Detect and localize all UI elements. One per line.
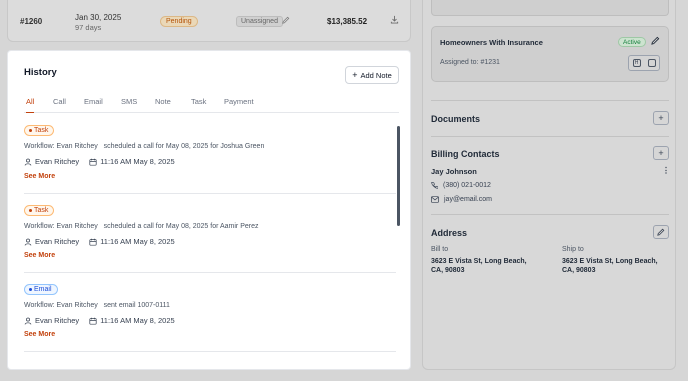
entry-meta: Evan Ritchey 11:16 AM May 8, 2025 [24,237,175,246]
insurance-assigned: Assigned to: #1231 [440,59,500,66]
edit-pencil-icon[interactable] [651,36,660,47]
tab-call[interactable]: Call [53,97,66,113]
invoice-row[interactable]: #1260 Jan 30, 2025 97 days Pending Unass… [7,0,411,42]
contact-email: jay@email.com [431,196,492,203]
status-badge: Pending [160,16,198,27]
entry-description: Workflow: Evan Ritchey scheduled a call … [24,223,259,230]
mail-icon [431,196,439,203]
divider [431,136,669,137]
active-badge: Active [618,37,646,47]
contact-email-text: jay@email.com [444,196,492,203]
history-feed: Task Workflow: Evan Ritchey scheduled a … [24,121,399,369]
calendar-icon [89,158,97,166]
divider [24,272,396,273]
entry-action: sent email 1007-0111 [103,302,170,309]
tab-sms[interactable]: SMS [121,97,137,113]
edit-pencil-icon[interactable] [282,16,290,26]
user-icon [24,317,32,325]
divider [24,351,396,352]
billing-heading: Billing Contacts [431,149,500,159]
entry-user: Evan Ritchey [35,237,80,246]
page: #1260 Jan 30, 2025 97 days Pending Unass… [0,0,688,381]
ship-to-address: 3623 E Vista St, Long Beach, CA, 90803 [562,258,658,274]
download-icon[interactable] [390,15,399,26]
add-note-button[interactable]: + Add Note [345,66,399,84]
previous-card-stub [431,0,669,16]
tab-all[interactable]: All [26,97,35,113]
contact-phone: (380) 021-0012 [431,182,491,189]
entry-workflow: Workflow: Evan Ritchey [24,223,98,230]
badge-label: Email [34,286,52,293]
tab-task[interactable]: Task [191,97,206,113]
tab-payment[interactable]: Payment [224,97,254,113]
right-panel: Homeowners With Insurance Active Assigne… [422,0,676,370]
edit-address-button[interactable] [653,225,669,239]
plus-icon: + [352,70,358,80]
add-note-label: Add Note [360,70,392,80]
entry-action: scheduled a call for May 08, 2025 for Jo… [103,143,265,150]
task-badge: Task [24,205,55,216]
invoice-days: 97 days [75,23,102,32]
invoice-id: #1260 [20,17,43,26]
entry-meta: Evan Ritchey 11:16 AM May 8, 2025 [24,157,175,166]
divider [431,214,669,215]
email-badge: Email [24,284,58,295]
insurance-title: Homeowners With Insurance [440,38,543,47]
invoice-amount: $13,385.52 [327,17,368,26]
entry-action: scheduled a call for May 08, 2025 for Aa… [103,223,259,230]
entry-user: Evan Ritchey [35,316,80,325]
dot-icon [29,288,32,291]
see-more-link[interactable]: See More [24,173,55,180]
assignee-badge[interactable]: Unassigned [236,16,283,27]
entry-workflow: Workflow: Evan Ritchey [24,143,98,150]
history-card: History + Add Note All Call Email SMS No… [7,50,411,370]
calendar-icon [89,317,97,325]
see-more-link[interactable]: See More [24,331,55,338]
badge-label: Task [34,127,49,134]
entry-time: 11:16 AM May 8, 2025 [100,316,175,325]
contact-name: Jay Johnson [431,167,477,176]
more-options-icon[interactable]: ⋮ [662,166,670,175]
insurance-card: Homeowners With Insurance Active Assigne… [431,26,669,82]
entry-workflow: Workflow: Evan Ritchey [24,302,98,309]
entry-time: 11:16 AM May 8, 2025 [100,157,175,166]
insurance-actions: H [628,55,660,71]
entry-description: Workflow: Evan Ritchey scheduled a call … [24,143,264,150]
edit-pencil-icon [657,228,665,236]
bill-to-address: 3623 E Vista St, Long Beach, CA, 90803 [431,258,527,274]
address-heading: Address [431,228,468,238]
entry-meta: Evan Ritchey 11:16 AM May 8, 2025 [24,316,175,325]
history-log-icon[interactable]: H [632,59,641,67]
entry-user: Evan Ritchey [35,157,80,166]
contact-phone-text: (380) 021-0012 [443,182,491,189]
divider [431,100,669,101]
invoice-date: Jan 30, 2025 [75,13,122,22]
entry-time: 11:16 AM May 8, 2025 [100,237,175,246]
add-document-button[interactable]: + [653,111,669,125]
tab-note[interactable]: Note [155,97,171,113]
phone-icon [431,182,438,189]
dot-icon [29,129,32,132]
user-icon [24,238,32,246]
entry-description: Workflow: Evan Ritchey sent email 1007-0… [24,302,170,309]
history-tabs: All Call Email SMS Note Task Payment [24,97,399,113]
calendar-icon [89,238,97,246]
task-badge: Task [24,125,55,136]
expand-icon[interactable] [647,59,656,67]
dot-icon [29,209,32,212]
ship-to-label: Ship to [562,246,584,253]
divider [24,193,396,194]
history-title: History [24,67,57,78]
add-contact-button[interactable]: + [653,146,669,160]
user-icon [24,158,32,166]
bill-to-label: Bill to [431,246,449,253]
documents-heading: Documents [431,114,481,124]
badge-label: Task [34,207,49,214]
tab-email[interactable]: Email [84,97,103,113]
see-more-link[interactable]: See More [24,252,55,259]
